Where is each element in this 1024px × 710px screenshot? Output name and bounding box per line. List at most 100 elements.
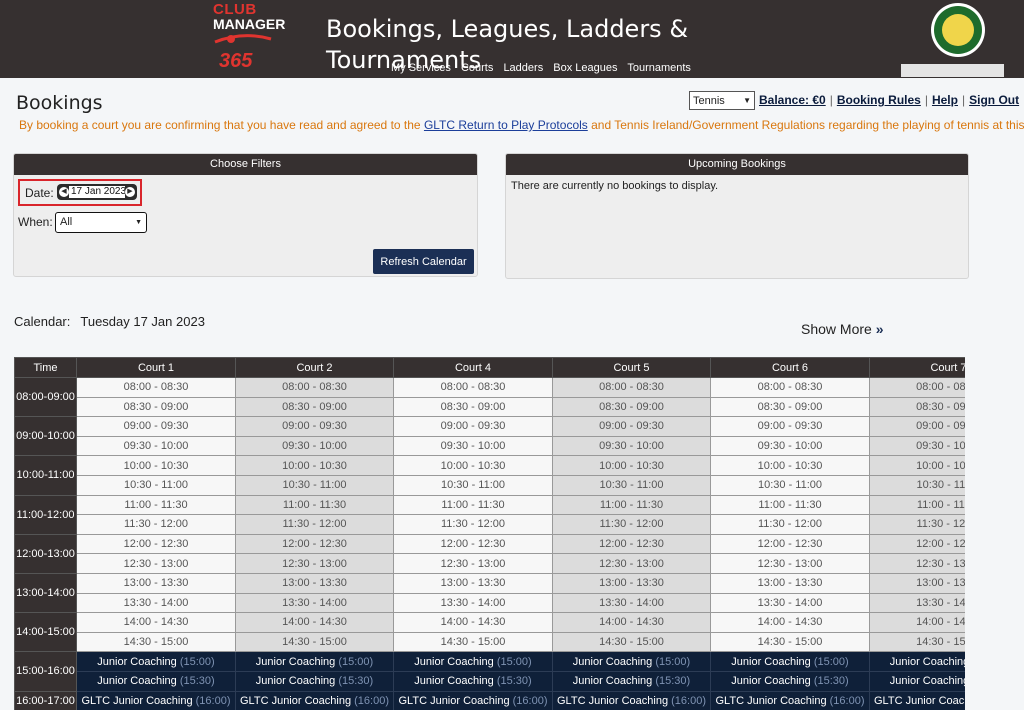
slot-cell[interactable]: 08:30 - 09:00 — [552, 396, 711, 418]
slot-cell[interactable]: 12:00 - 12:30 — [393, 533, 553, 555]
slot-cell[interactable]: 14:00 - 14:30 — [552, 612, 711, 633]
slot-cell[interactable]: 11:30 - 12:00 — [235, 514, 394, 535]
slot-cell[interactable]: 13:00 - 13:30 — [869, 572, 965, 594]
balance-link[interactable]: Balance: €0 — [759, 93, 826, 107]
booking-cell[interactable]: Junior Coaching (15:30) — [235, 670, 394, 692]
slot-cell[interactable]: 12:30 - 13:00 — [76, 553, 236, 574]
slot-cell[interactable]: 13:30 - 14:00 — [76, 592, 236, 614]
slot-cell[interactable]: 11:30 - 12:00 — [393, 514, 553, 535]
slot-cell[interactable]: 11:00 - 11:30 — [76, 494, 236, 516]
slot-cell[interactable]: 08:30 - 09:00 — [393, 396, 553, 418]
prev-day-icon[interactable]: ◀ — [59, 187, 69, 197]
header-search-input[interactable] — [901, 64, 1004, 77]
booking-cell[interactable]: GLTC Junior Coaching (16:00) — [393, 690, 553, 710]
booking-cell[interactable]: GLTC Junior Coaching (16:00) — [710, 690, 870, 710]
nav-my-services[interactable]: My Services — [391, 62, 451, 74]
slot-cell[interactable]: 08:30 - 09:00 — [869, 396, 965, 418]
slot-cell[interactable]: 12:30 - 13:00 — [552, 553, 711, 574]
slot-cell[interactable]: 08:30 - 09:00 — [235, 396, 394, 418]
slot-cell[interactable]: 10:30 - 11:00 — [235, 474, 394, 496]
booking-cell[interactable]: Junior Coaching (15:30) — [393, 670, 553, 692]
slot-cell[interactable]: 08:00 - 08:30 — [235, 377, 394, 398]
refresh-calendar-button[interactable]: Refresh Calendar — [373, 249, 474, 274]
slot-cell[interactable]: 14:30 - 15:00 — [393, 631, 553, 653]
date-picker[interactable]: ◀ 17 Jan 2023 ▶ — [57, 184, 137, 200]
club-crest-icon[interactable] — [931, 3, 985, 57]
slot-cell[interactable]: 11:00 - 11:30 — [393, 494, 553, 516]
slot-cell[interactable]: 10:00 - 10:30 — [710, 455, 870, 476]
slot-cell[interactable]: 10:00 - 10:30 — [76, 455, 236, 476]
slot-cell[interactable]: 11:30 - 12:00 — [76, 514, 236, 535]
booking-rules-link[interactable]: Booking Rules — [837, 93, 921, 107]
date-input[interactable]: 17 Jan 2023 — [69, 186, 125, 198]
slot-cell[interactable]: 14:30 - 15:00 — [869, 631, 965, 653]
booking-cell[interactable]: GLTC Junior Coaching (16:00) — [76, 690, 236, 710]
slot-cell[interactable]: 13:00 - 13:30 — [235, 572, 394, 594]
booking-cell[interactable]: Junior Coaching (15:00) — [710, 651, 870, 672]
slot-cell[interactable]: 13:30 - 14:00 — [235, 592, 394, 614]
slot-cell[interactable]: 11:00 - 11:30 — [552, 494, 711, 516]
slot-cell[interactable]: 10:30 - 11:00 — [76, 474, 236, 496]
slot-cell[interactable]: 12:30 - 13:00 — [393, 553, 553, 574]
show-more-button[interactable]: Show More » — [801, 321, 884, 337]
slot-cell[interactable]: 14:00 - 14:30 — [76, 612, 236, 633]
slot-cell[interactable]: 14:30 - 15:00 — [235, 631, 394, 653]
slot-cell[interactable]: 11:00 - 11:30 — [869, 494, 965, 516]
slot-cell[interactable]: 09:00 - 09:30 — [869, 416, 965, 437]
slot-cell[interactable]: 10:00 - 10:30 — [235, 455, 394, 476]
slot-cell[interactable]: 09:00 - 09:30 — [552, 416, 711, 437]
slot-cell[interactable]: 11:30 - 12:00 — [552, 514, 711, 535]
nav-courts[interactable]: Courts — [461, 62, 493, 74]
slot-cell[interactable]: 10:00 - 10:30 — [393, 455, 553, 476]
slot-cell[interactable]: 14:00 - 14:30 — [869, 612, 965, 633]
slot-cell[interactable]: 13:00 - 13:30 — [710, 572, 870, 594]
slot-cell[interactable]: 08:30 - 09:00 — [710, 396, 870, 418]
booking-cell[interactable]: Junior Coaching (15:00) — [76, 651, 236, 672]
booking-cell[interactable]: Junior Coaching (15:00) — [235, 651, 394, 672]
booking-cell[interactable]: GLTC Junior Coaching (16:00) — [552, 690, 711, 710]
slot-cell[interactable]: 11:30 - 12:00 — [710, 514, 870, 535]
slot-cell[interactable]: 10:30 - 11:00 — [710, 474, 870, 496]
sport-select[interactable]: Tennis ▼ — [689, 91, 755, 110]
slot-cell[interactable]: 12:00 - 12:30 — [235, 533, 394, 555]
slot-cell[interactable]: 12:30 - 13:00 — [235, 553, 394, 574]
slot-cell[interactable]: 14:00 - 14:30 — [710, 612, 870, 633]
slot-cell[interactable]: 13:00 - 13:30 — [76, 572, 236, 594]
nav-tournaments[interactable]: Tournaments — [627, 62, 691, 74]
slot-cell[interactable]: 14:30 - 15:00 — [76, 631, 236, 653]
slot-cell[interactable]: 13:00 - 13:30 — [552, 572, 711, 594]
booking-cell[interactable]: Junior Coaching (15:00) — [869, 651, 965, 672]
slot-cell[interactable]: 12:30 - 13:00 — [869, 553, 965, 574]
slot-cell[interactable]: 10:30 - 11:00 — [552, 474, 711, 496]
booking-cell[interactable]: Junior Coaching (15:30) — [552, 670, 711, 692]
booking-cell[interactable]: Junior Coaching (15:00) — [393, 651, 553, 672]
slot-cell[interactable]: 08:00 - 08:30 — [393, 377, 553, 398]
club-manager-logo[interactable]: CLUB MANAGER 365 — [213, 2, 285, 73]
slot-cell[interactable]: 08:00 - 08:30 — [869, 377, 965, 398]
slot-cell[interactable]: 12:30 - 13:00 — [710, 553, 870, 574]
slot-cell[interactable]: 11:00 - 11:30 — [710, 494, 870, 516]
booking-cell[interactable]: Junior Coaching (15:00) — [552, 651, 711, 672]
slot-cell[interactable]: 12:00 - 12:30 — [710, 533, 870, 555]
slot-cell[interactable]: 09:00 - 09:30 — [76, 416, 236, 437]
slot-cell[interactable]: 14:00 - 14:30 — [235, 612, 394, 633]
slot-cell[interactable]: 09:30 - 10:00 — [393, 435, 553, 457]
booking-cell[interactable]: Junior Coaching (15:30) — [869, 670, 965, 692]
slot-cell[interactable]: 13:30 - 14:00 — [393, 592, 553, 614]
slot-cell[interactable]: 14:30 - 15:00 — [552, 631, 711, 653]
booking-cell[interactable]: GLTC Junior Coaching (16:00) — [235, 690, 394, 710]
slot-cell[interactable]: 10:30 - 11:00 — [869, 474, 965, 496]
slot-cell[interactable]: 08:00 - 08:30 — [710, 377, 870, 398]
slot-cell[interactable]: 14:30 - 15:00 — [710, 631, 870, 653]
nav-ladders[interactable]: Ladders — [503, 62, 543, 74]
slot-cell[interactable]: 12:00 - 12:30 — [552, 533, 711, 555]
slot-cell[interactable]: 11:30 - 12:00 — [869, 514, 965, 535]
slot-cell[interactable]: 11:00 - 11:30 — [235, 494, 394, 516]
next-day-icon[interactable]: ▶ — [125, 187, 135, 197]
slot-cell[interactable]: 08:30 - 09:00 — [76, 396, 236, 418]
slot-cell[interactable]: 09:30 - 10:00 — [76, 435, 236, 457]
slot-cell[interactable]: 13:00 - 13:30 — [393, 572, 553, 594]
booking-cell[interactable]: Junior Coaching (15:30) — [76, 670, 236, 692]
help-link[interactable]: Help — [932, 93, 958, 107]
slot-cell[interactable]: 10:30 - 11:00 — [393, 474, 553, 496]
